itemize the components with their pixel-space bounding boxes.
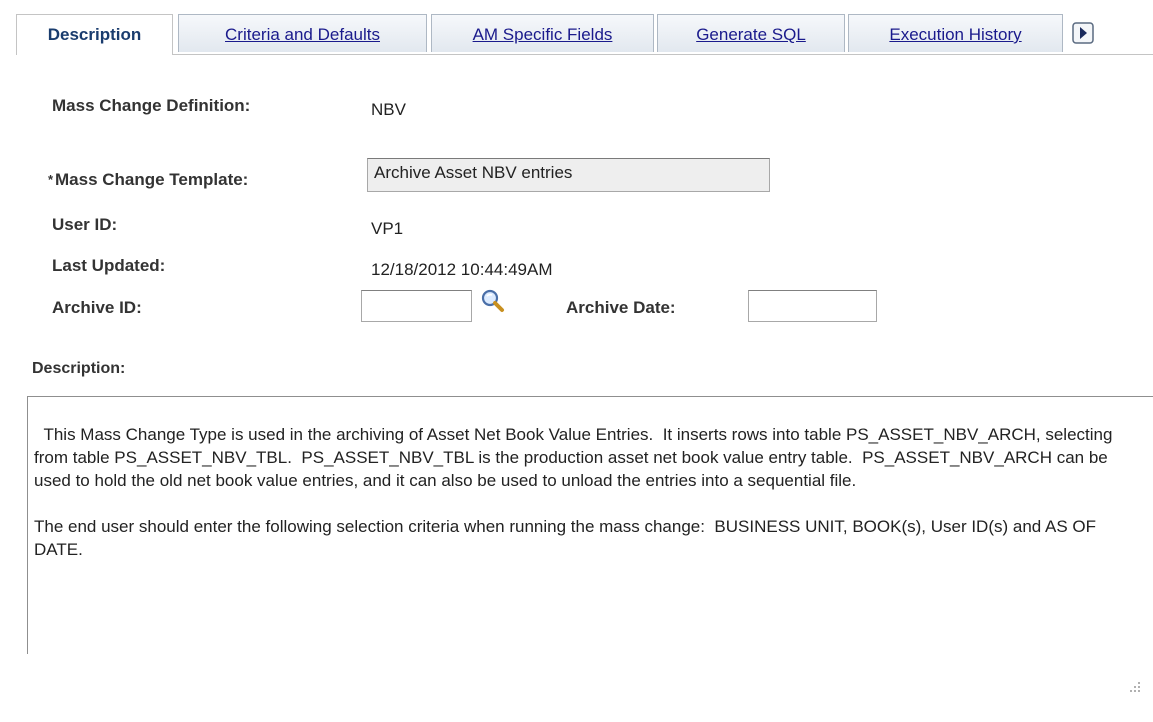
tab-generate-sql[interactable]: Generate SQL (657, 14, 845, 52)
resize-grip-icon[interactable] (1127, 630, 1141, 692)
description-textarea[interactable]: This Mass Change Type is used in the arc… (27, 396, 1153, 692)
user-id-value: VP1 (371, 219, 404, 238)
tab-bar: Description Criteria and Defaults AM Spe… (16, 14, 1153, 55)
tab-execution-history[interactable]: Execution History (848, 14, 1063, 52)
tab-description[interactable]: Description (16, 14, 173, 55)
magnifier-lookup-icon[interactable] (480, 288, 506, 314)
archive-id-label: Archive ID: (52, 298, 142, 317)
mass-change-definition-value: NBV (371, 100, 406, 119)
last-updated-label: Last Updated: (52, 256, 166, 275)
last-updated-value: 12/18/2012 10:44:49AM (371, 260, 553, 279)
archive-id-input[interactable] (361, 290, 472, 322)
description-label: Description: (32, 360, 126, 377)
archive-date-input[interactable] (748, 290, 877, 322)
tab-label: Criteria and Defaults (225, 25, 380, 44)
user-id-label: User ID: (52, 215, 118, 234)
description-text: This Mass Change Type is used in the arc… (34, 425, 1113, 559)
archive-date-label: Archive Date: (566, 298, 676, 317)
required-marker: * (48, 172, 54, 187)
mass-change-template-field: Archive Asset NBV entries (367, 158, 770, 192)
tab-criteria-and-defaults[interactable]: Criteria and Defaults (178, 14, 427, 52)
tab-label: Description (47, 25, 142, 44)
tab-label: Execution History (889, 25, 1022, 44)
tab-am-specific-fields[interactable]: AM Specific Fields (431, 14, 654, 52)
tab-label: AM Specific Fields (472, 25, 613, 44)
mass-change-template-label: Mass Change Template: (55, 170, 249, 189)
scroll-right-icon[interactable] (1068, 18, 1098, 48)
tab-label: Generate SQL (696, 25, 806, 44)
mass-change-definition-label: Mass Change Definition: (52, 96, 251, 115)
